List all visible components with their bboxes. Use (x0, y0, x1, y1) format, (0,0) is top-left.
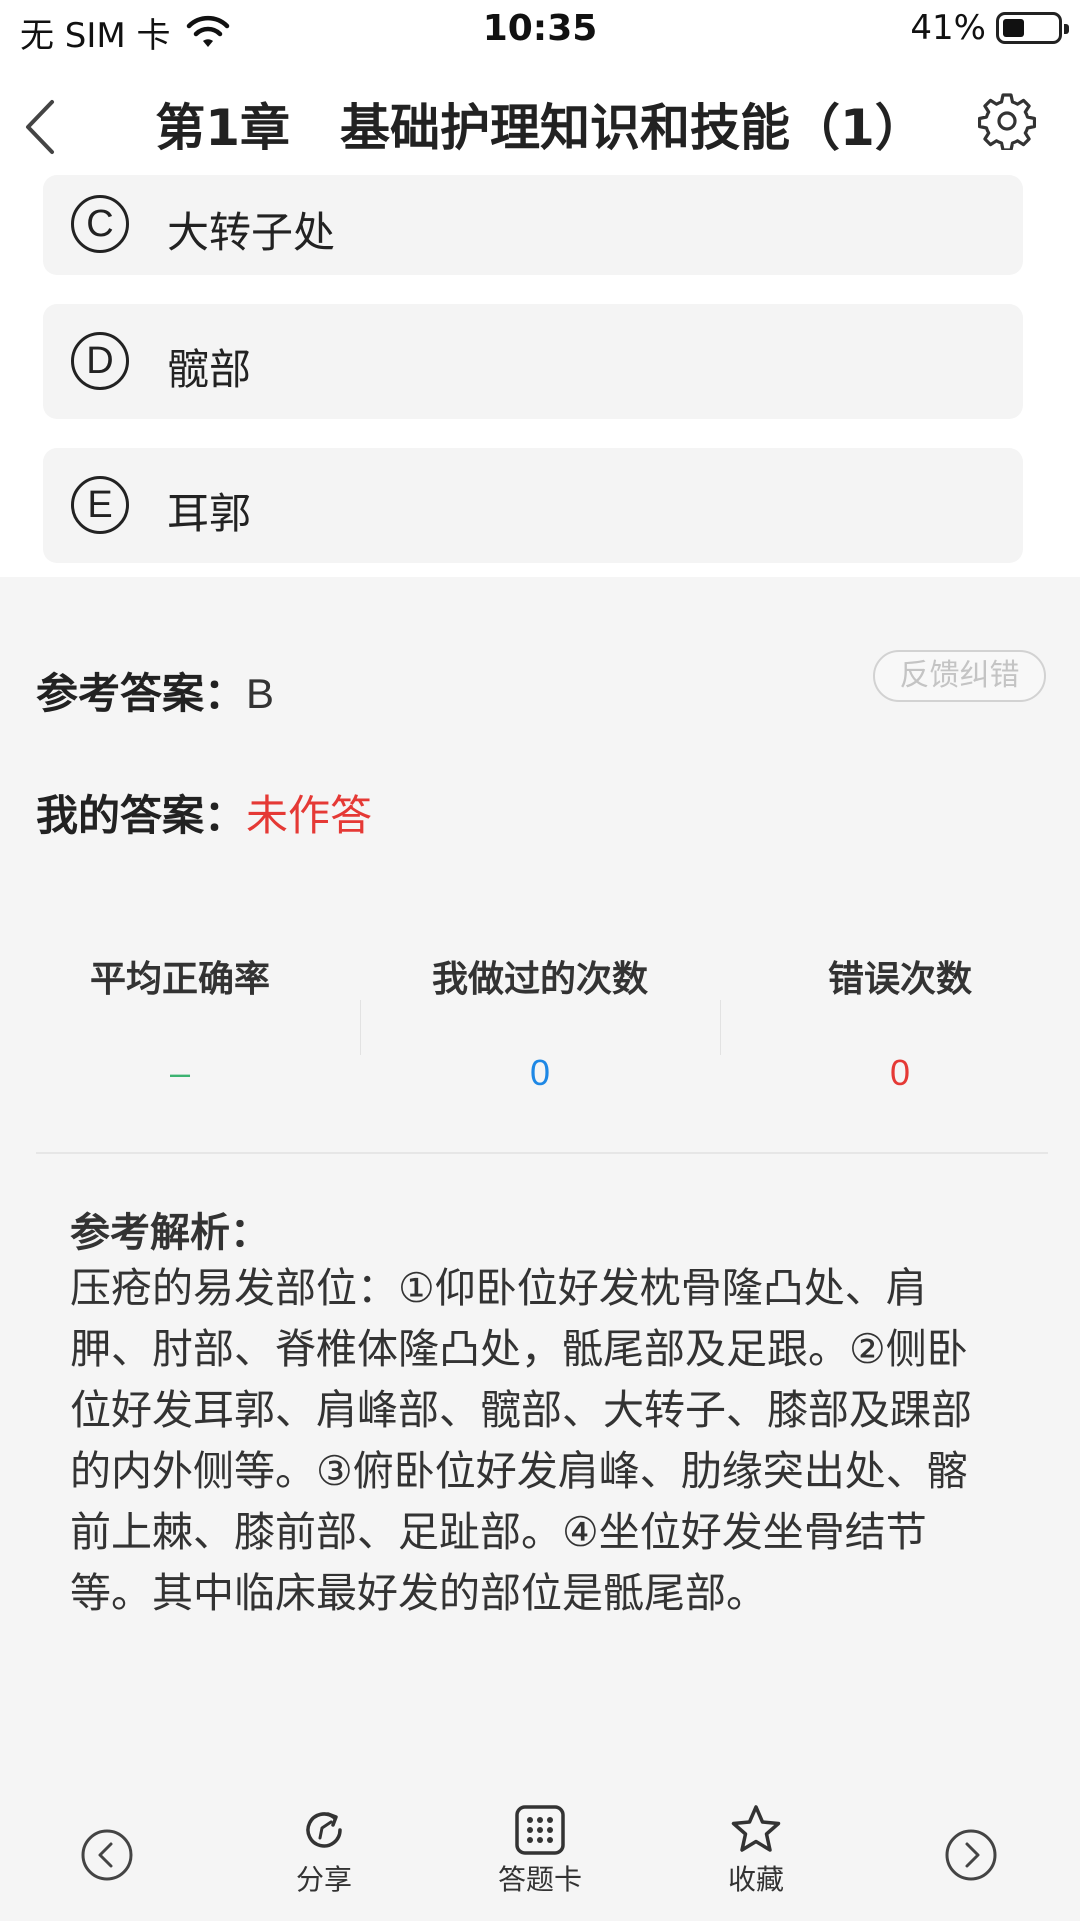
battery-group: 41% (910, 8, 1069, 48)
analysis-text: 压疮的易发部位：①仰卧位好发枕骨隆凸处、肩胛、肘部、脊椎体隆凸处，骶尾部及足跟。… (70, 1264, 972, 1617)
answer-card-label: 答题卡 (497, 1863, 582, 1896)
stat-value: 0 (889, 1052, 911, 1093)
my-answer: 我的答案：未作答 (36, 782, 372, 843)
page-title: 第1章 基础护理知识和技能（1） (155, 99, 925, 157)
option-d[interactable]: D 髋部 (43, 304, 1023, 419)
reference-answer-value: B (246, 670, 275, 717)
status-bar: 无 SIM 卡 10:35 41% (0, 0, 1080, 60)
next-circle-icon[interactable] (944, 1828, 998, 1882)
option-letter: E (71, 476, 129, 534)
divider (36, 1152, 1048, 1154)
option-text: 髋部 (167, 345, 252, 394)
stat-attempts: 我做过的次数 0 (360, 950, 720, 1094)
analysis-title: 参考解析： (70, 1210, 270, 1256)
stat-label: 我做过的次数 (431, 959, 648, 1000)
stat-label: 错误次数 (827, 959, 972, 1000)
option-e[interactable]: E 耳郭 (43, 448, 1023, 563)
share-icon (306, 1812, 342, 1848)
my-answer-value: 未作答 (246, 791, 373, 840)
stat-accuracy: 平均正确率 – (0, 950, 360, 1094)
battery-icon (996, 12, 1069, 44)
stat-value: 0 (529, 1052, 551, 1093)
stat-label: 平均正确率 (89, 959, 270, 1000)
battery-fill (1003, 19, 1024, 37)
favorite-label: 收藏 (727, 1863, 784, 1896)
star-icon (731, 1805, 781, 1852)
chevron-left-icon[interactable] (14, 90, 74, 160)
reference-answer-label: 参考答案： (36, 669, 247, 718)
option-text: 大转子处 (167, 208, 336, 257)
bottom-toolbar: 分享 答题卡 收藏 (0, 1780, 1080, 1921)
my-answer-label: 我的答案： (36, 791, 247, 840)
option-letter: D (71, 332, 129, 390)
share-button[interactable]: 分享 (254, 1780, 394, 1898)
options-panel: C 大转子处 D 髋部 E 耳郭 (0, 175, 1080, 577)
option-text: 耳郭 (167, 489, 252, 538)
stat-errors: 错误次数 0 (720, 950, 1080, 1094)
option-letter: C (71, 195, 129, 253)
nav-bar: 第1章 基础护理知识和技能（1） (0, 60, 1080, 185)
stat-value: – (169, 1052, 191, 1093)
option-c[interactable]: C 大转子处 (43, 175, 1023, 275)
grid-icon (515, 1805, 565, 1855)
favorite-button[interactable]: 收藏 (686, 1780, 826, 1898)
prev-circle-icon[interactable] (80, 1828, 134, 1882)
feedback-button[interactable]: 反馈纠错 (873, 650, 1046, 702)
answer-card-button[interactable]: 答题卡 (470, 1780, 610, 1898)
share-label: 分享 (295, 1863, 352, 1896)
gear-icon[interactable] (978, 92, 1036, 150)
stats-panel: 平均正确率 – 我做过的次数 0 错误次数 0 (0, 950, 1080, 1100)
battery-percent: 41% (910, 8, 986, 48)
reference-answer: 参考答案：B (36, 660, 274, 721)
